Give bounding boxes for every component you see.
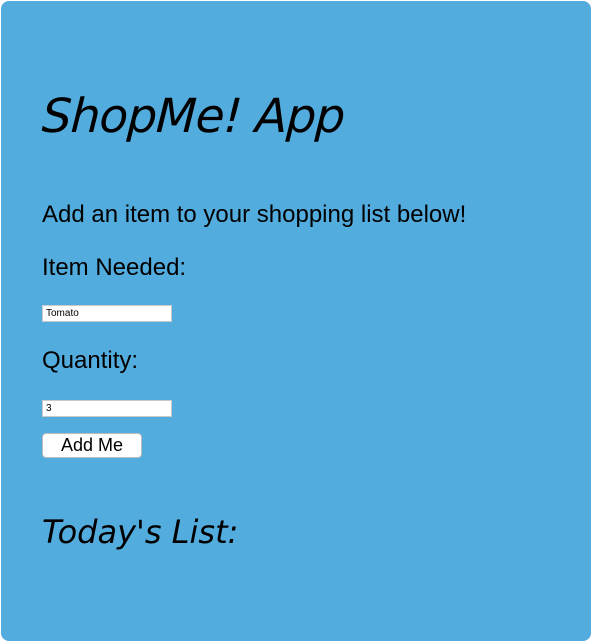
app-panel: ShopMe! App Add an item to your shopping…: [1, 1, 591, 641]
add-me-button[interactable]: Add Me: [42, 433, 142, 458]
app-title: ShopMe! App: [40, 89, 346, 144]
item-needed-label: Item Needed:: [42, 254, 187, 281]
intro-text: Add an item to your shopping list below!: [42, 201, 467, 228]
todays-list-title: Today's List:: [42, 513, 239, 551]
quantity-label: Quantity:: [42, 347, 139, 374]
quantity-input[interactable]: [42, 400, 172, 417]
item-needed-input[interactable]: [42, 305, 172, 322]
